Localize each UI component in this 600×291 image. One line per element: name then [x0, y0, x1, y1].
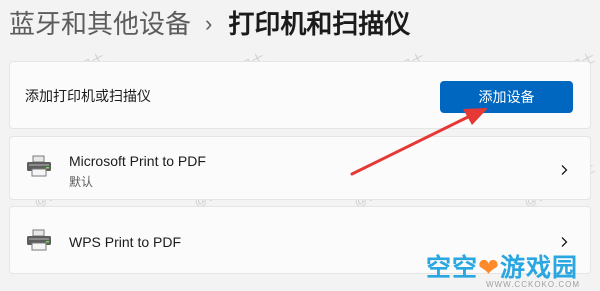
breadcrumb: 蓝牙和其他设备 › 打印机和扫描仪 — [9, 4, 410, 44]
add-printer-card: 添加打印机或扫描仪 添加设备 — [9, 61, 591, 129]
chevron-right-icon — [558, 235, 570, 247]
device-name: Microsoft Print to PDF — [69, 153, 206, 169]
device-item-wps-print-to-pdf[interactable]: WPS Print to PDF — [9, 206, 591, 274]
breadcrumb-separator: › — [205, 11, 213, 36]
breadcrumb-parent-link[interactable]: 蓝牙和其他设备 — [9, 4, 191, 44]
device-item-microsoft-print-to-pdf[interactable]: Microsoft Print to PDF 默认 — [9, 136, 591, 200]
printer-icon — [26, 229, 52, 256]
page-title: 打印机和扫描仪 — [228, 9, 411, 39]
add-device-button[interactable]: 添加设备 — [440, 81, 573, 113]
device-status: 默认 — [69, 175, 94, 189]
logo-url: WWW.CCKOKO.COM — [486, 280, 580, 289]
device-name: WPS Print to PDF — [69, 234, 182, 250]
add-printer-label: 添加打印机或扫描仪 — [25, 88, 151, 104]
printer-icon — [26, 155, 52, 182]
chevron-right-icon — [558, 163, 570, 175]
